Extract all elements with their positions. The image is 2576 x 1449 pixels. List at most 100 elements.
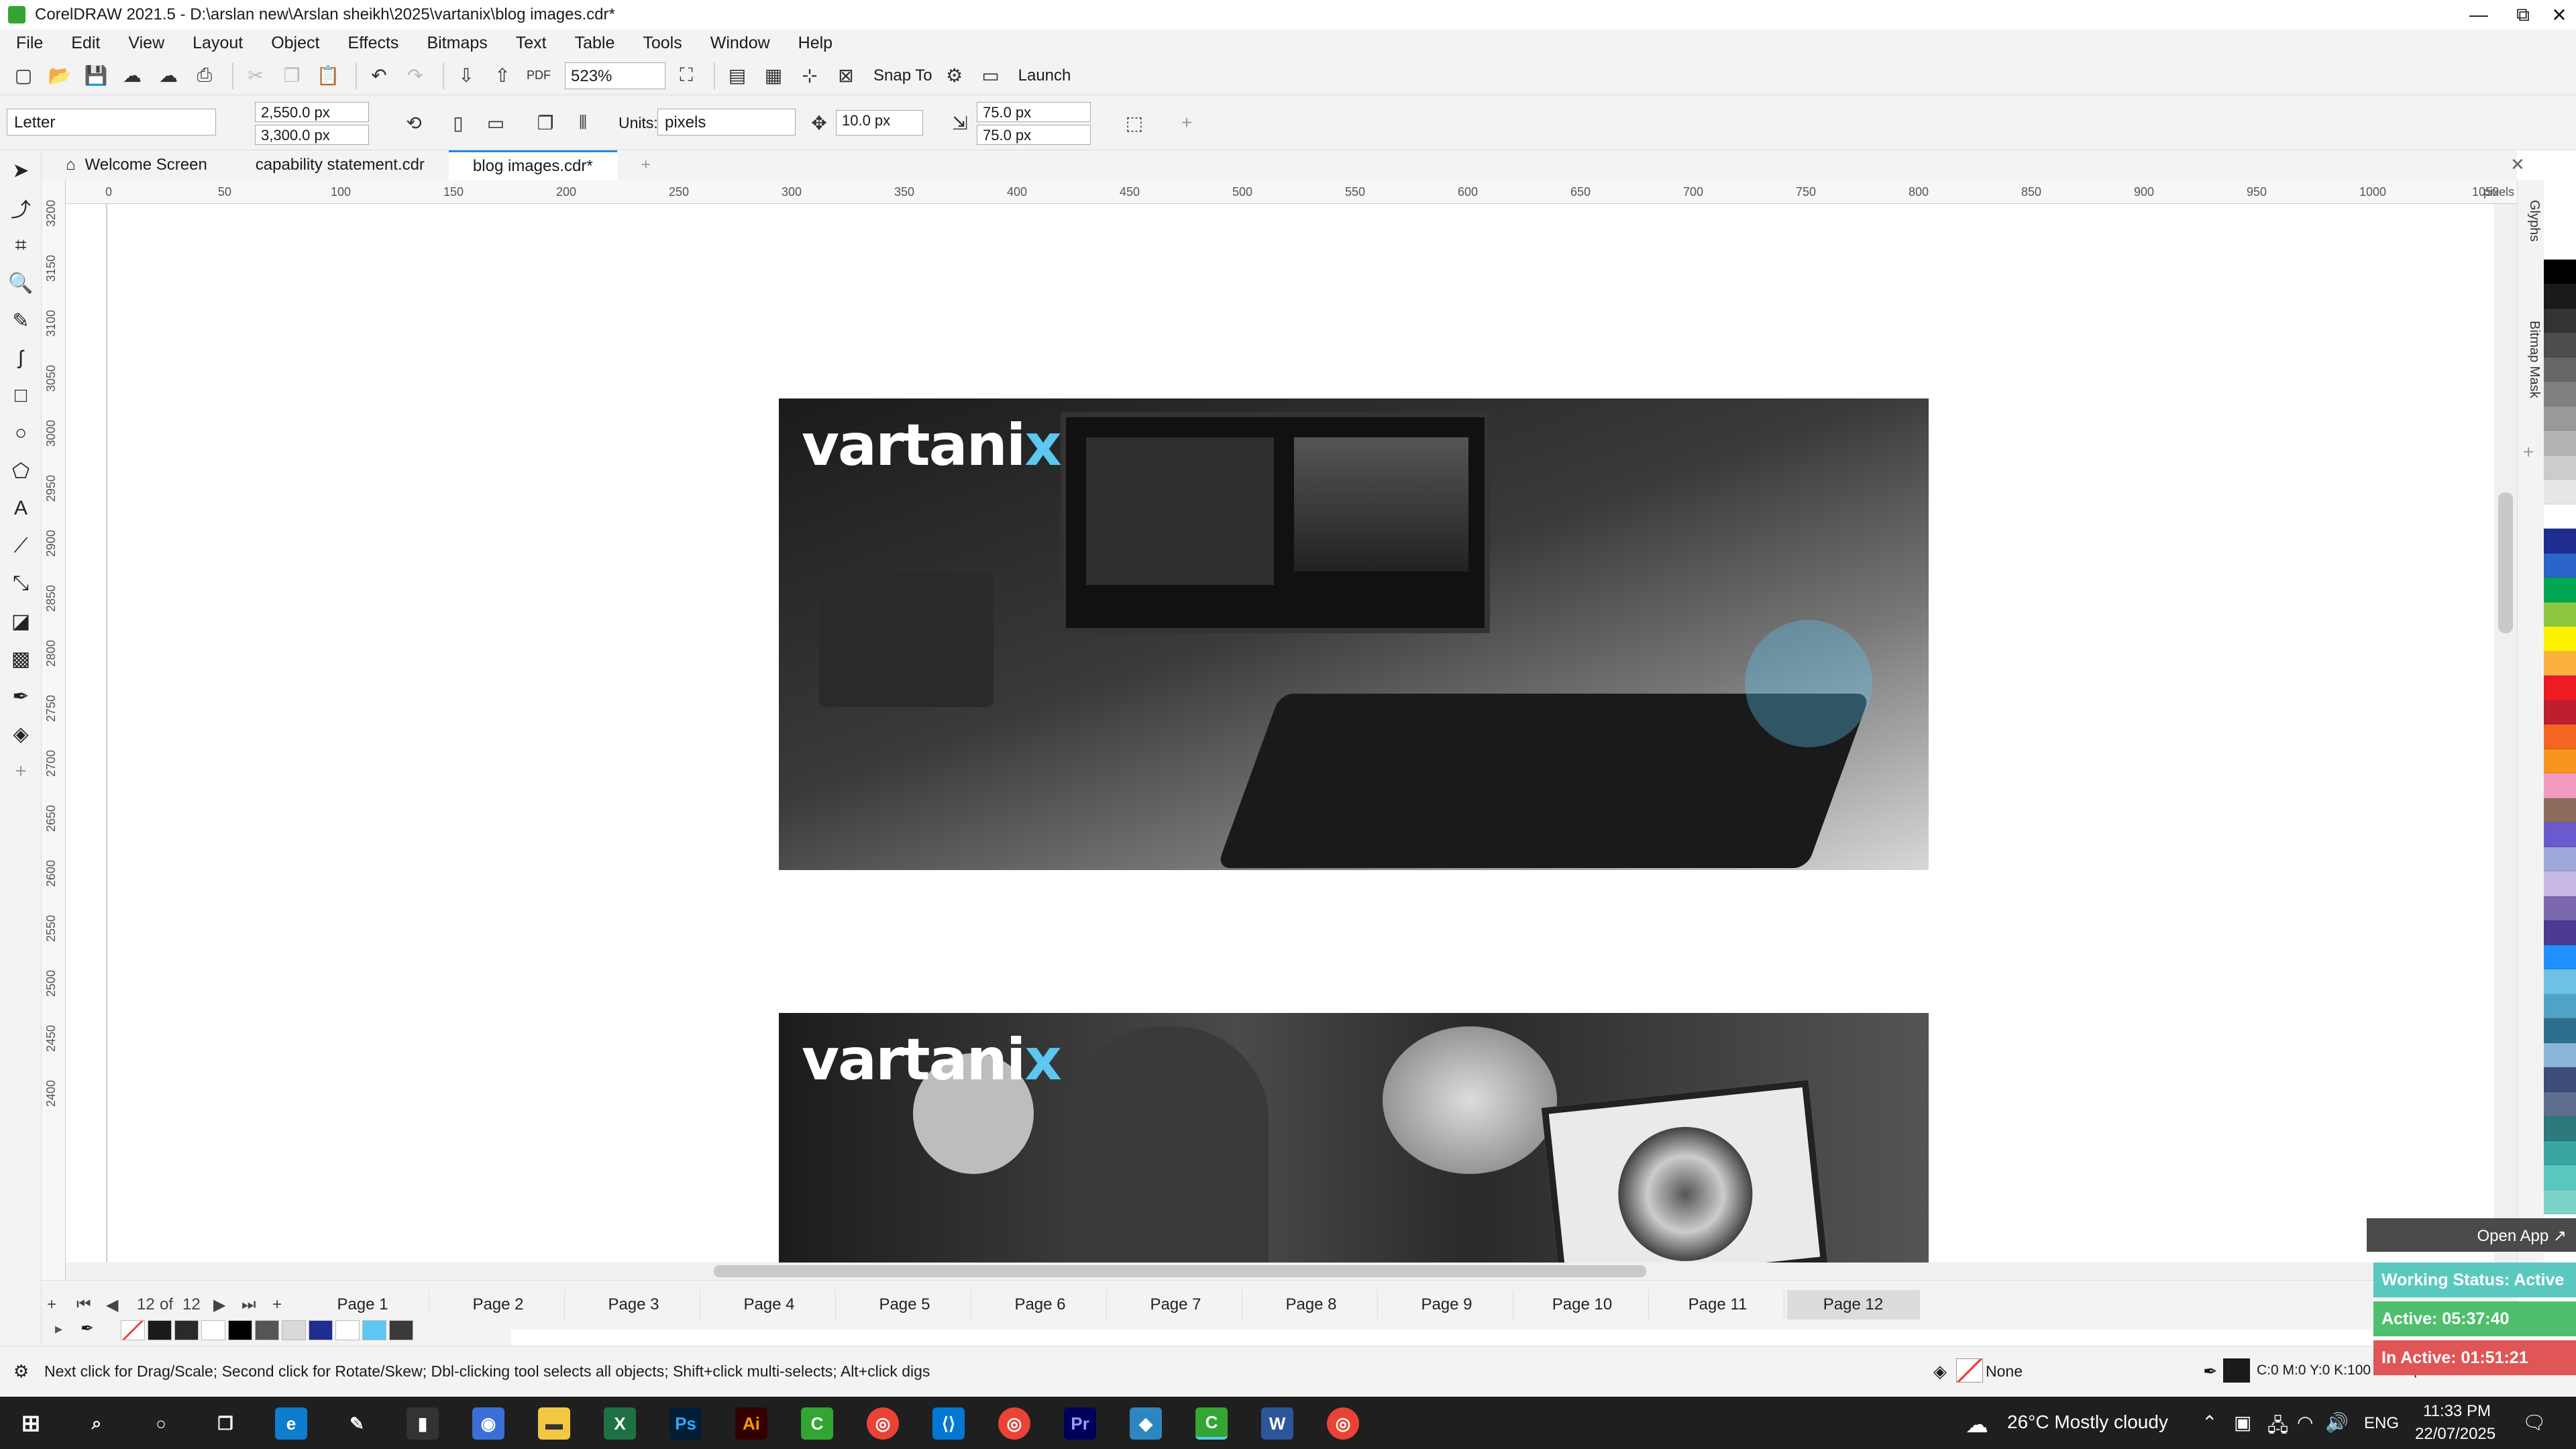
clock-date[interactable]: 22/07/2025 (2415, 1425, 2496, 1444)
first-page-icon[interactable]: ⏮ (76, 1295, 91, 1314)
nudge-distance-field[interactable]: 10.0 px (836, 110, 923, 136)
new-document-icon[interactable]: ▢ (8, 60, 39, 91)
palette-swatch[interactable] (2544, 1067, 2576, 1092)
add-page-after-icon[interactable]: + (272, 1295, 282, 1314)
page-tab-10[interactable]: Page 10 (1516, 1290, 1649, 1320)
palette-swatch[interactable] (2544, 945, 2576, 969)
swatch-black[interactable] (228, 1320, 252, 1340)
menu-effects[interactable]: Effects (338, 34, 417, 53)
palette-swatch[interactable] (2544, 1042, 2576, 1067)
palette-expand-icon[interactable]: ▸ (55, 1320, 62, 1338)
add-tool-icon[interactable]: + (1171, 107, 1202, 138)
zoom-level-field[interactable]: 523% (565, 62, 665, 89)
menu-file[interactable]: File (7, 34, 62, 53)
palette-swatch[interactable] (2544, 308, 2576, 333)
premiere-icon[interactable]: Pr (1064, 1407, 1096, 1440)
freehand-tool-icon[interactable]: ✎ (4, 303, 38, 338)
word-icon[interactable]: W (1261, 1407, 1293, 1440)
pen-app-icon[interactable]: ✎ (341, 1407, 373, 1440)
palette-swatch[interactable] (2544, 994, 2576, 1018)
swatch-gray[interactable] (255, 1320, 279, 1340)
prev-page-icon[interactable]: ◀ (106, 1295, 118, 1315)
palette-swatch[interactable] (2544, 822, 2576, 847)
last-page-icon[interactable]: ⏭ (241, 1295, 256, 1314)
tool-settings-gear-icon[interactable]: ⚙ (13, 1361, 29, 1382)
palette-swatch[interactable] (2544, 798, 2576, 822)
tray-app-icon[interactable]: ▣ (2234, 1411, 2251, 1434)
tab-blog-images[interactable]: blog images.cdr* (448, 150, 617, 180)
palette-swatch[interactable] (2544, 1116, 2576, 1141)
clock-time[interactable]: 11:33 PM (2423, 1402, 2491, 1421)
docker-tab-bitmap-mask[interactable]: Bitmap Mask (2520, 321, 2542, 398)
bleed-icon[interactable]: ⫴ (568, 107, 598, 138)
connector-tool-icon[interactable]: ⤡ (4, 566, 38, 601)
menu-edit[interactable]: Edit (62, 34, 119, 53)
page-tab-8[interactable]: Page 8 (1245, 1290, 1378, 1320)
menu-layout[interactable]: Layout (183, 34, 262, 53)
palette-swatch[interactable] (2544, 504, 2576, 529)
terminal-icon[interactable]: ▮ (407, 1407, 439, 1440)
windows-start-icon[interactable]: ⊞ (15, 1407, 47, 1440)
tray-volume-icon[interactable]: 🔊 (2325, 1411, 2349, 1434)
palette-swatch[interactable] (2544, 553, 2576, 578)
palette-swatch[interactable] (2544, 1189, 2576, 1214)
next-page-icon[interactable]: ▶ (213, 1295, 225, 1315)
palette-swatch[interactable] (2544, 871, 2576, 896)
show-rulers-icon[interactable]: ▤ (722, 60, 753, 91)
palette-swatch[interactable] (2544, 1165, 2576, 1190)
excel-icon[interactable]: X (604, 1407, 636, 1440)
page-height-field[interactable]: 3,300.0 px (255, 125, 369, 145)
task-view-icon[interactable]: ❐ (209, 1407, 241, 1440)
launch-dropdown[interactable]: Launch (1018, 66, 1071, 85)
eyedropper-tool-icon[interactable]: ✒ (4, 679, 38, 714)
pick-tool-icon[interactable]: ➤ (4, 153, 38, 188)
fill-tool-icon[interactable]: ◈ (4, 716, 38, 751)
palette-swatch[interactable] (2544, 431, 2576, 455)
palette-swatch[interactable] (2544, 602, 2576, 627)
blog-image-1[interactable]: vartanix (779, 398, 1929, 870)
drop-shadow-tool-icon[interactable]: ◪ (4, 604, 38, 639)
treat-as-filled-icon[interactable]: ⬚ (1119, 107, 1150, 138)
palette-swatch[interactable] (2544, 969, 2576, 994)
show-grid-icon[interactable]: ▦ (758, 60, 789, 91)
print-icon[interactable]: ⎙ (189, 60, 220, 91)
palette-swatch[interactable] (2544, 259, 2576, 284)
export-icon[interactable]: ⇧ (487, 60, 518, 91)
cortana-icon[interactable]: ○ (145, 1407, 177, 1440)
swatch-white-2[interactable] (335, 1320, 360, 1340)
palette-swatch[interactable] (2544, 700, 2576, 724)
menu-object[interactable]: Object (262, 34, 338, 53)
weather-text[interactable]: 26°C Mostly cloudy (2007, 1411, 2168, 1433)
page-size-select[interactable]: Letter (7, 109, 216, 136)
search-icon[interactable]: ⌕ (80, 1407, 113, 1440)
chrome-icon-3[interactable]: ◎ (1327, 1407, 1359, 1440)
palette-swatch[interactable] (2544, 406, 2576, 431)
chrome-icon-2[interactable]: ◎ (998, 1407, 1030, 1440)
dimension-tool-icon[interactable]: ⟋ (4, 529, 38, 564)
photoshop-icon[interactable]: Ps (669, 1407, 702, 1440)
palette-swatch[interactable] (2544, 382, 2576, 407)
launch-icon[interactable]: ▭ (975, 60, 1006, 91)
vscode-icon[interactable]: ⟨⟩ (932, 1407, 965, 1440)
palette-swatch[interactable] (2544, 1140, 2576, 1165)
palette-swatch[interactable] (2544, 333, 2576, 358)
swatch-charcoal[interactable] (389, 1320, 413, 1340)
vertical-scroll-thumb[interactable] (2498, 492, 2513, 633)
meeting-app-icon[interactable]: ◉ (472, 1407, 504, 1440)
palette-swatch[interactable] (2544, 847, 2576, 871)
cloud-upload-icon[interactable]: ☁ (117, 60, 148, 91)
palette-swatch[interactable] (2544, 529, 2576, 553)
show-guidelines-icon[interactable]: ⊹ (794, 60, 825, 91)
palette-swatch[interactable] (2544, 651, 2576, 676)
snap-off-icon[interactable]: ⊠ (830, 60, 861, 91)
swatch-none[interactable] (121, 1320, 145, 1340)
add-tool-icon[interactable]: + (4, 754, 38, 789)
page-tab-5[interactable]: Page 5 (839, 1290, 971, 1320)
eyedropper-icon[interactable]: ✒ (80, 1319, 94, 1338)
page-tab-11[interactable]: Page 11 (1652, 1290, 1784, 1320)
swatch-dark-2[interactable] (174, 1320, 199, 1340)
swatch-light-blue[interactable] (362, 1320, 386, 1340)
add-docker-icon[interactable]: + (2523, 441, 2534, 463)
tray-wifi-icon[interactable]: ◠ (2297, 1411, 2313, 1434)
menu-help[interactable]: Help (789, 34, 851, 53)
